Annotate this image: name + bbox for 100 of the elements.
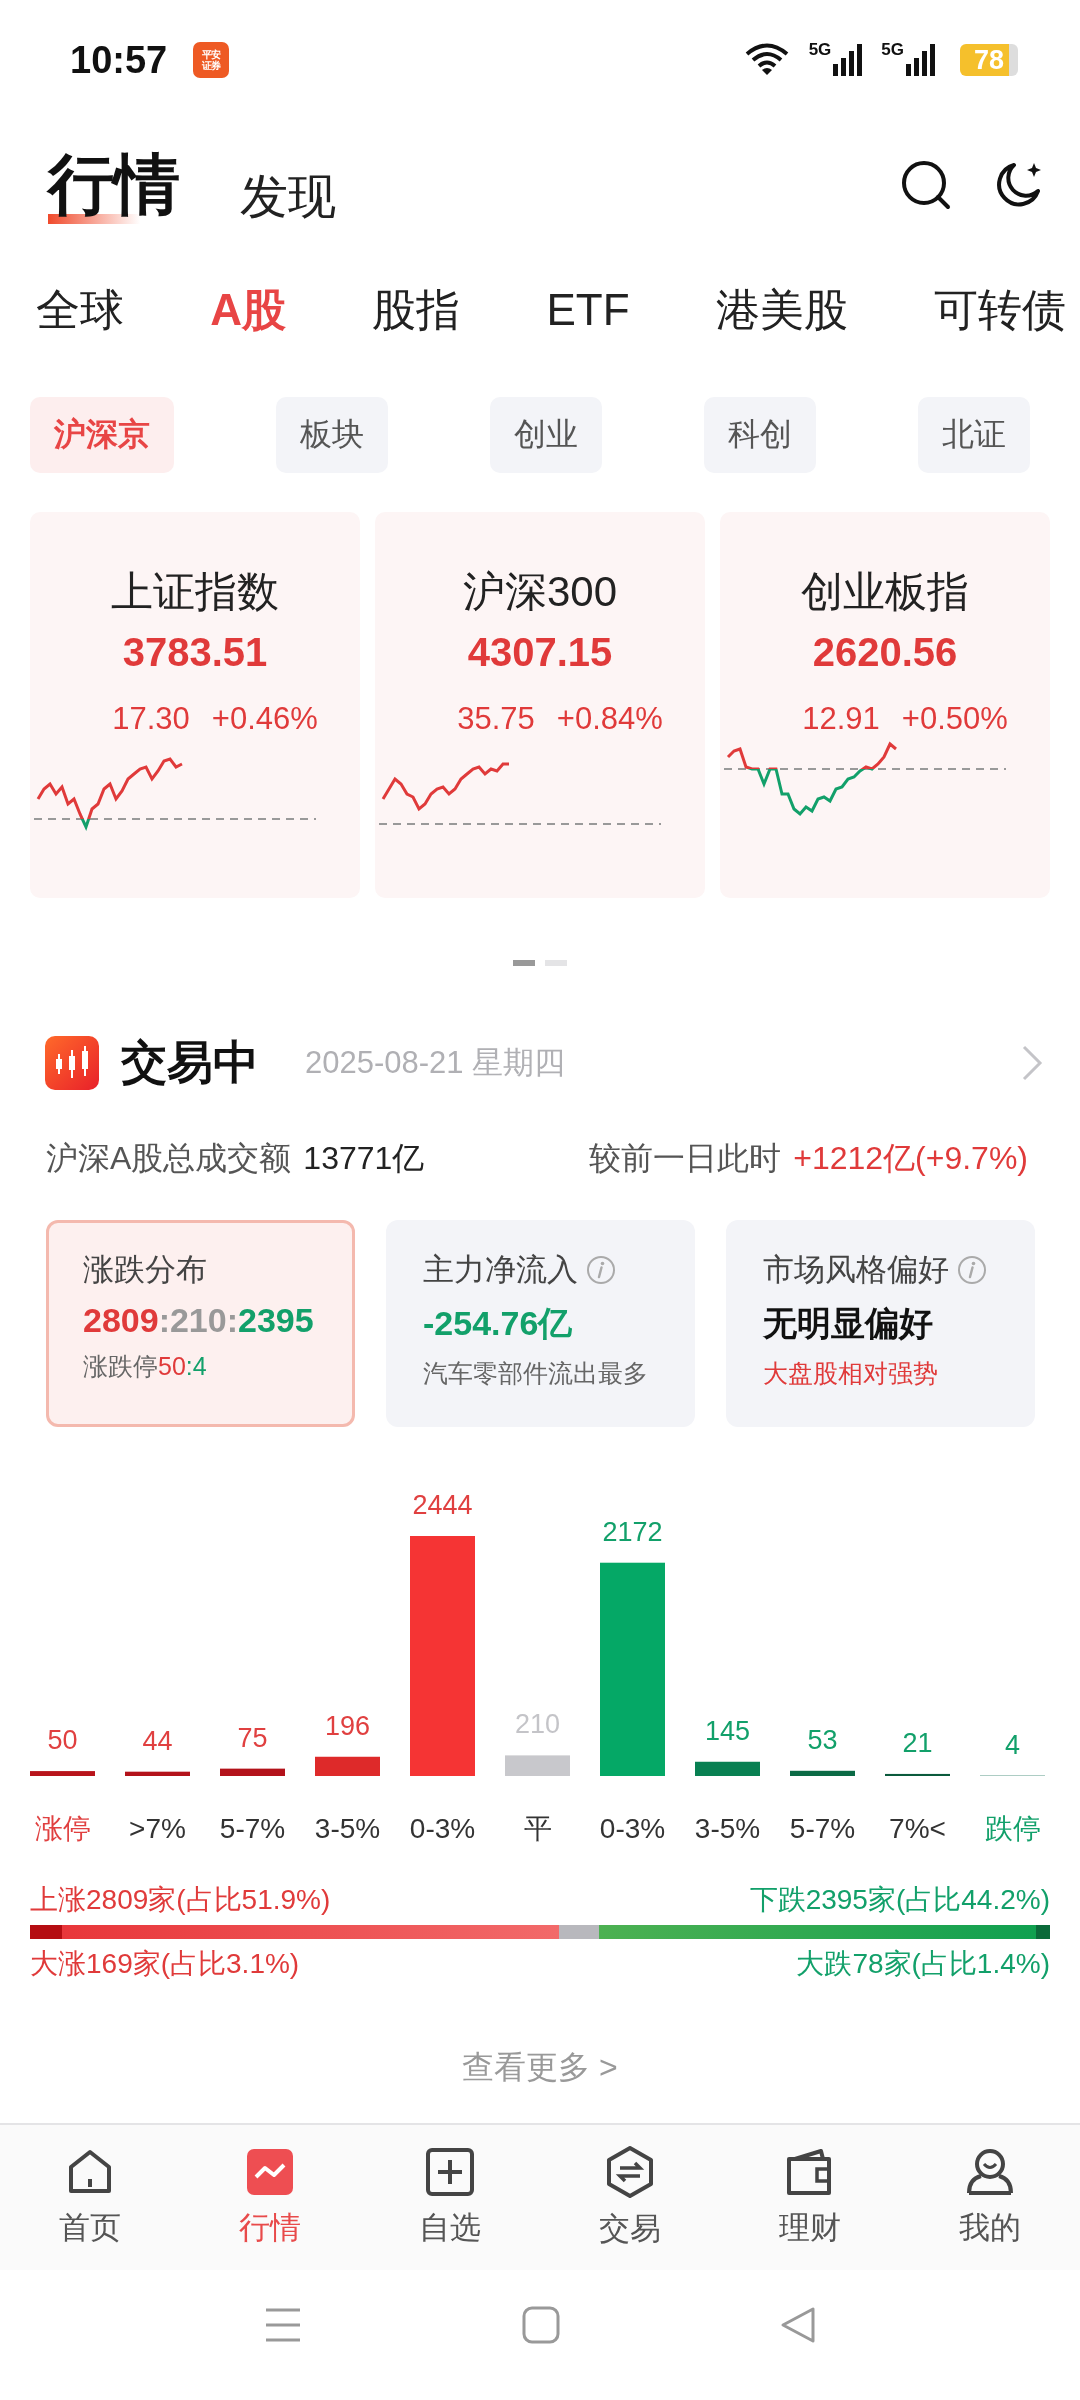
stat-value: 无明显偏好 — [763, 1303, 934, 1344]
battery-icon: 78 — [960, 44, 1018, 76]
bar-category-label: 7%< — [889, 1813, 946, 1844]
market-tab[interactable]: A股 — [210, 280, 286, 340]
market-tab[interactable]: 可转债 — [934, 280, 1066, 340]
market-tab[interactable]: 股指 — [372, 280, 461, 340]
signal-icon — [906, 44, 936, 76]
nav-tab[interactable]: 交易 — [540, 2125, 720, 2270]
signal-icon — [833, 44, 864, 76]
index-change: 12.91 — [802, 701, 880, 737]
bar-value-label: 2172 — [602, 1516, 663, 1547]
bar-category-label: 3-5% — [694, 1813, 761, 1844]
chart-bar — [125, 1771, 190, 1776]
compare-label: 较前一日此时 — [589, 1139, 782, 1178]
chart-bar — [30, 1771, 95, 1776]
chart-bar — [885, 1773, 950, 1776]
index-name: 创业板指 — [801, 567, 969, 617]
candlestick-icon — [45, 1036, 99, 1090]
big-fall-count: 大跌78家(占比1.4%) — [796, 1947, 1050, 1981]
index-percent: +0.50% — [901, 701, 1008, 737]
bar-value-label: 210 — [514, 1709, 561, 1740]
turnover-value: 13771亿 — [303, 1139, 425, 1178]
chart-bar — [790, 1770, 855, 1776]
nav-tab[interactable]: 首页 — [0, 2125, 180, 2270]
chart-bar — [220, 1768, 285, 1776]
index-percent: +0.84% — [556, 701, 663, 737]
nav-tab[interactable]: 自选 — [360, 2125, 540, 2270]
market-tab[interactable]: 全球 — [36, 280, 124, 340]
stat-title: 市场风格偏好 — [763, 1251, 949, 1289]
bar-value-label: 2444 — [412, 1490, 473, 1520]
info-icon[interactable] — [957, 1255, 987, 1285]
plus-icon — [425, 2146, 475, 2197]
bar-category-label: 跌停 — [984, 1813, 1041, 1844]
stat-card[interactable]: 主力净流入 -254.76亿 汽车零部件流出最多 — [386, 1220, 695, 1427]
search-icon[interactable] — [900, 159, 952, 211]
sub-tab[interactable]: 科创 — [704, 397, 816, 473]
network-label: 5G — [881, 40, 904, 60]
sub-tab[interactable]: 北证 — [918, 397, 1030, 473]
bar-value-label: 50 — [47, 1725, 78, 1756]
bar-value-label: 75 — [237, 1722, 268, 1753]
stat-detail: 汽车零部件流出最多 — [423, 1358, 649, 1389]
compare-value: +1212亿(+9.7%) — [793, 1139, 1028, 1178]
index-value: 2620.56 — [812, 630, 958, 675]
sub-tab[interactable]: 创业 — [490, 397, 602, 473]
bar-category-label: 涨停 — [34, 1813, 91, 1844]
exchange-icon — [605, 2145, 655, 2198]
bar-category-label: 5-7% — [219, 1813, 286, 1844]
info-icon[interactable] — [586, 1255, 616, 1285]
index-card[interactable]: 创业板指 2620.56 12.91 +0.50% — [720, 512, 1050, 898]
bar-category-label: 3-5% — [314, 1813, 381, 1844]
bar-value-label: 4 — [1005, 1729, 1020, 1760]
bar-value-label: 44 — [142, 1725, 173, 1756]
index-percent: +0.46% — [211, 701, 318, 737]
chart-icon — [245, 2146, 295, 2197]
network-label: 5G — [808, 40, 832, 60]
wifi-icon — [744, 43, 789, 77]
status-time: 10:57 — [70, 38, 168, 82]
market-tab[interactable]: 港美股 — [715, 280, 848, 340]
index-card[interactable]: 沪深300 4307.15 35.75 +0.84% — [375, 512, 705, 898]
bar-value-label: 196 — [324, 1710, 371, 1741]
nav-tab[interactable]: 行情 — [180, 2125, 360, 2270]
fall-count: 下跌2395家(占比44.2%) — [749, 1883, 1050, 1917]
chart-bar — [505, 1755, 570, 1776]
bar-category-label: >7% — [129, 1813, 186, 1844]
stat-value: 2809:210:2395 — [83, 1301, 315, 1340]
chart-bar — [695, 1761, 760, 1776]
header-tab[interactable]: 发现 — [240, 165, 336, 229]
stat-detail: 涨跌停50:4 — [83, 1351, 208, 1382]
big-rise-count: 大涨169家(占比3.1%) — [30, 1947, 300, 1981]
bar-value-label: 21 — [902, 1727, 933, 1758]
bar-category-label: 0-3% — [599, 1813, 666, 1844]
index-card[interactable]: 上证指数 3783.51 17.30 +0.46% — [30, 512, 360, 898]
nav-tab[interactable]: 我的 — [900, 2125, 1080, 2270]
back-icon[interactable] — [780, 2306, 816, 2344]
rise-count: 上涨2809家(占比51.9%) — [30, 1883, 331, 1917]
bar-value-label: 145 — [704, 1715, 751, 1746]
stat-title: 涨跌分布 — [83, 1251, 207, 1289]
chevron-right-icon[interactable] — [1020, 1043, 1044, 1083]
home-button-icon[interactable] — [522, 2306, 560, 2344]
bar-category-label: 0-3% — [409, 1813, 476, 1844]
app-badge-icon: 平安 证券 — [193, 42, 230, 78]
stat-title: 主力净流入 — [423, 1251, 578, 1289]
trading-date: 2025-08-21 星期四 — [305, 1044, 566, 1082]
person-icon — [965, 2146, 1015, 2197]
turnover-label: 沪深A股总成交额 — [46, 1139, 292, 1178]
bar-value-label: 53 — [807, 1724, 838, 1755]
sub-tab[interactable]: 板块 — [276, 397, 388, 473]
stat-card[interactable]: 市场风格偏好 无明显偏好 大盘股相对强势 — [726, 1220, 1035, 1427]
nav-tab[interactable]: 理财 — [720, 2125, 900, 2270]
index-name: 沪深300 — [462, 567, 618, 617]
bar-category-label: 5-7% — [789, 1813, 856, 1844]
stat-value: -254.76亿 — [423, 1303, 574, 1344]
index-change: 35.75 — [457, 701, 535, 737]
index-value: 4307.15 — [467, 630, 613, 675]
menu-icon[interactable] — [264, 2307, 302, 2343]
market-tab[interactable]: ETF — [546, 285, 630, 335]
index-change: 17.30 — [112, 701, 190, 737]
stat-card[interactable]: 涨跌分布 2809:210:2395 涨跌停50:4 — [46, 1220, 355, 1427]
index-value: 3783.51 — [122, 630, 268, 675]
trading-status: 交易中 — [121, 1035, 259, 1090]
